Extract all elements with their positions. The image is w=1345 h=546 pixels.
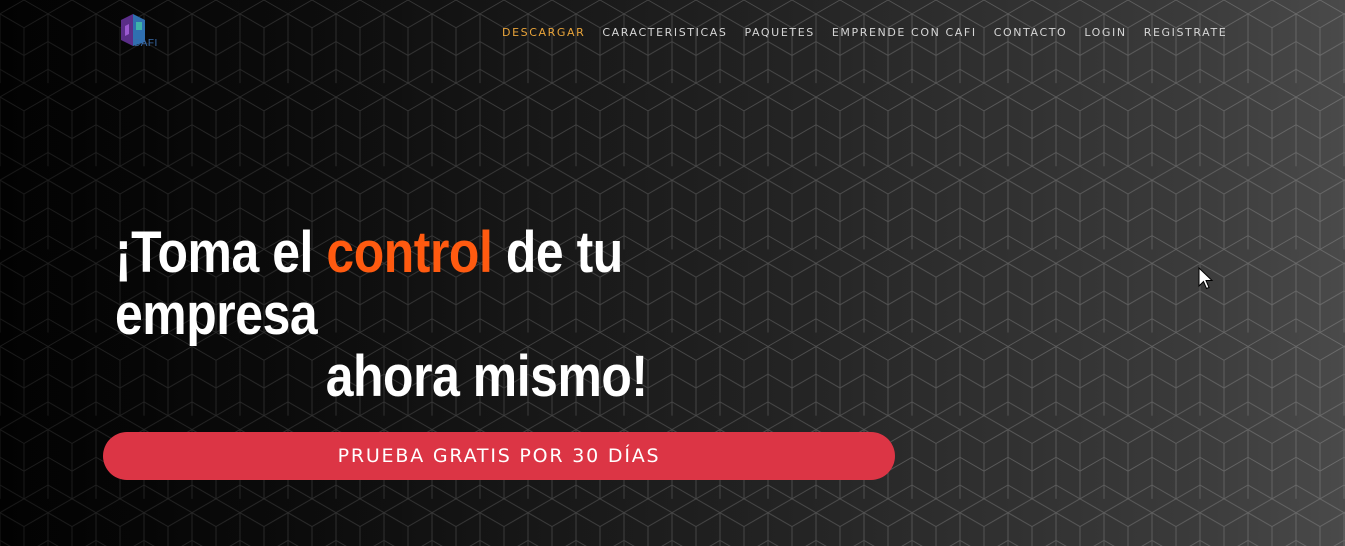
free-trial-button[interactable]: PRUEBA GRATIS POR 30 DÍAS (103, 432, 895, 480)
cafi-logo-icon[interactable] (117, 12, 161, 56)
hero-headline: ¡Toma el control de tu empresa ahora mism… (115, 222, 782, 408)
headline-accent-word: control (326, 220, 493, 285)
headline-line2: ahora mismo! (325, 344, 648, 409)
main-nav: DESCARGAR CARACTERISTICAS PAQUETES EMPRE… (502, 26, 1227, 39)
nav-item-descargar[interactable]: DESCARGAR (502, 26, 585, 39)
nav-item-paquetes[interactable]: PAQUETES (744, 26, 814, 39)
nav-item-contacto[interactable]: CONTACTO (994, 26, 1068, 39)
nav-item-emprende-con-cafi[interactable]: EMPRENDE CON CAFI (832, 26, 977, 39)
nav-item-caracteristicas[interactable]: CARACTERISTICAS (602, 26, 727, 39)
mouse-pointer-icon (1198, 267, 1214, 290)
headline-prefix: ¡Toma el (115, 220, 327, 285)
logo-text: CAFI (133, 38, 158, 49)
nav-item-login[interactable]: LOGIN (1084, 26, 1126, 39)
nav-item-registrate[interactable]: REGISTRATE (1144, 26, 1228, 39)
